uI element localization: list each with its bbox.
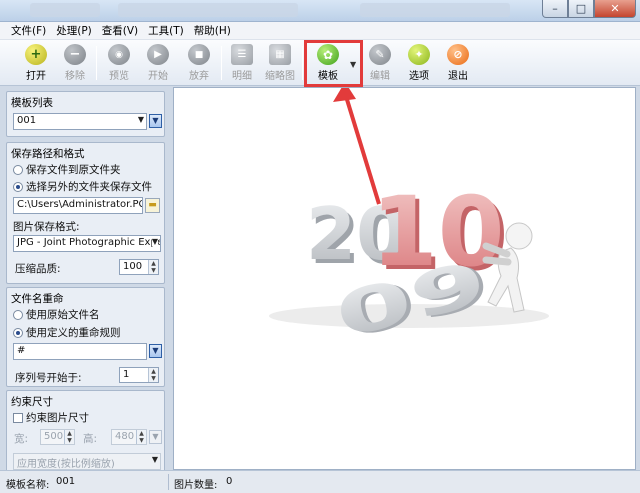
thumbnail-button[interactable]: ▦ 缩略图	[263, 44, 297, 82]
width-stepper[interactable]: 500 ▲ ▼	[40, 429, 75, 445]
save-to-original-radio[interactable]: 保存文件到原文件夹	[13, 162, 121, 177]
options-button[interactable]: ✦ 选项	[402, 44, 436, 82]
template-highlight-box	[304, 40, 363, 87]
quality-label: 压缩品质:	[15, 263, 61, 275]
use-original-name-radio[interactable]: 使用原始文件名	[13, 307, 100, 322]
grid-icon: ▦	[269, 44, 291, 65]
scale-mode-select[interactable]: 应用宽度(按比例缩放) ▼	[13, 453, 161, 470]
status-count-label: 图片数量:	[174, 480, 218, 491]
preview-illustration: 20 20 10 10 09 09	[269, 88, 549, 353]
status-template-label: 模板名称:	[6, 480, 50, 491]
remove-button[interactable]: − 移除	[58, 44, 92, 82]
menu-help[interactable]: 帮助(H)	[189, 23, 236, 38]
save-path-title: 保存路径和格式	[11, 148, 85, 160]
height-label: 高:	[83, 433, 98, 445]
status-count-value: 0	[226, 476, 233, 487]
play-icon: ▶	[147, 44, 169, 65]
stop-icon: ■	[188, 44, 210, 65]
detail-button[interactable]: ☰ 明细	[225, 44, 259, 82]
pencil-icon: ✎	[369, 44, 391, 65]
use-custom-rule-radio[interactable]: 使用定义的重命规则	[13, 325, 121, 340]
folder-icon[interactable]: ▬	[145, 198, 160, 213]
sequence-label: 序列号开始于:	[15, 372, 82, 384]
edit-button[interactable]: ✎ 编辑	[363, 44, 397, 82]
sequence-stepper[interactable]: 1 ▲ ▼	[119, 367, 159, 383]
callout-arrow	[333, 88, 381, 205]
rename-rule-field[interactable]: #	[13, 343, 147, 360]
image-preview[interactable]: 20 20 10 10 09 09	[173, 87, 636, 470]
eye-icon: ◉	[108, 44, 130, 65]
format-label: 图片保存格式:	[13, 221, 80, 233]
open-button[interactable]: + 打开	[19, 44, 53, 82]
wrench-icon: ✦	[408, 44, 430, 65]
height-stepper[interactable]: 480 ▲ ▼	[111, 429, 147, 445]
close-button[interactable]: ✕	[594, 0, 636, 18]
constraint-title: 约束尺寸	[11, 396, 53, 408]
size-menu-button[interactable]: ▼	[149, 430, 162, 444]
preview-button[interactable]: ◉ 预览	[102, 44, 136, 82]
start-button[interactable]: ▶ 开始	[141, 44, 175, 82]
save-to-other-radio[interactable]: 选择另外的文件夹保存文件	[13, 179, 152, 194]
format-select[interactable]: JPG - Joint Photographic Experts G ▼	[13, 235, 161, 252]
exit-button[interactable]: ⊘ 退出	[441, 44, 475, 82]
width-label: 宽:	[14, 433, 29, 445]
chevron-down-icon: ▼	[151, 237, 158, 246]
menu-bar: 文件(F) 处理(P) 查看(V) 工具(T) 帮助(H)	[0, 22, 640, 40]
menu-tools[interactable]: 工具(T)	[143, 23, 189, 38]
menu-process[interactable]: 处理(P)	[51, 23, 97, 38]
list-icon: ☰	[231, 44, 253, 65]
discard-button[interactable]: ■ 放弃	[182, 44, 216, 82]
chevron-down-icon: ▼	[137, 115, 144, 124]
template-select[interactable]: 001 ▼	[13, 113, 147, 130]
exit-icon: ⊘	[447, 44, 469, 65]
plus-icon: +	[25, 44, 47, 65]
template-menu-button[interactable]: ▼	[149, 114, 162, 128]
minimize-button[interactable]: –	[542, 0, 568, 18]
chevron-down-icon: ▼	[151, 455, 158, 464]
menu-file[interactable]: 文件(F)	[6, 23, 51, 38]
rename-title: 文件名重命	[11, 293, 64, 305]
maximize-button[interactable]: □	[568, 0, 594, 18]
minus-icon: −	[64, 44, 86, 65]
quality-stepper[interactable]: 100 ▲ ▼	[119, 259, 159, 275]
constrain-size-checkbox[interactable]: 约束图片尺寸	[13, 410, 89, 425]
title-bar: – □ ✕	[0, 0, 640, 22]
menu-view[interactable]: 查看(V)	[97, 23, 143, 38]
save-path-field[interactable]: C:\Users\Administrator.PCOS-16	[13, 197, 143, 214]
template-list-title: 模板列表	[11, 97, 53, 109]
status-template-value: 001	[56, 476, 76, 487]
status-bar: 模板名称: 001 图片数量: 0	[0, 470, 640, 493]
rename-rule-menu-button[interactable]: ▼	[149, 344, 162, 358]
settings-panel: 模板列表 001 ▼ ▼ 保存路径和格式 保存文件到原文件夹 选择另外的文件夹保…	[0, 87, 171, 470]
